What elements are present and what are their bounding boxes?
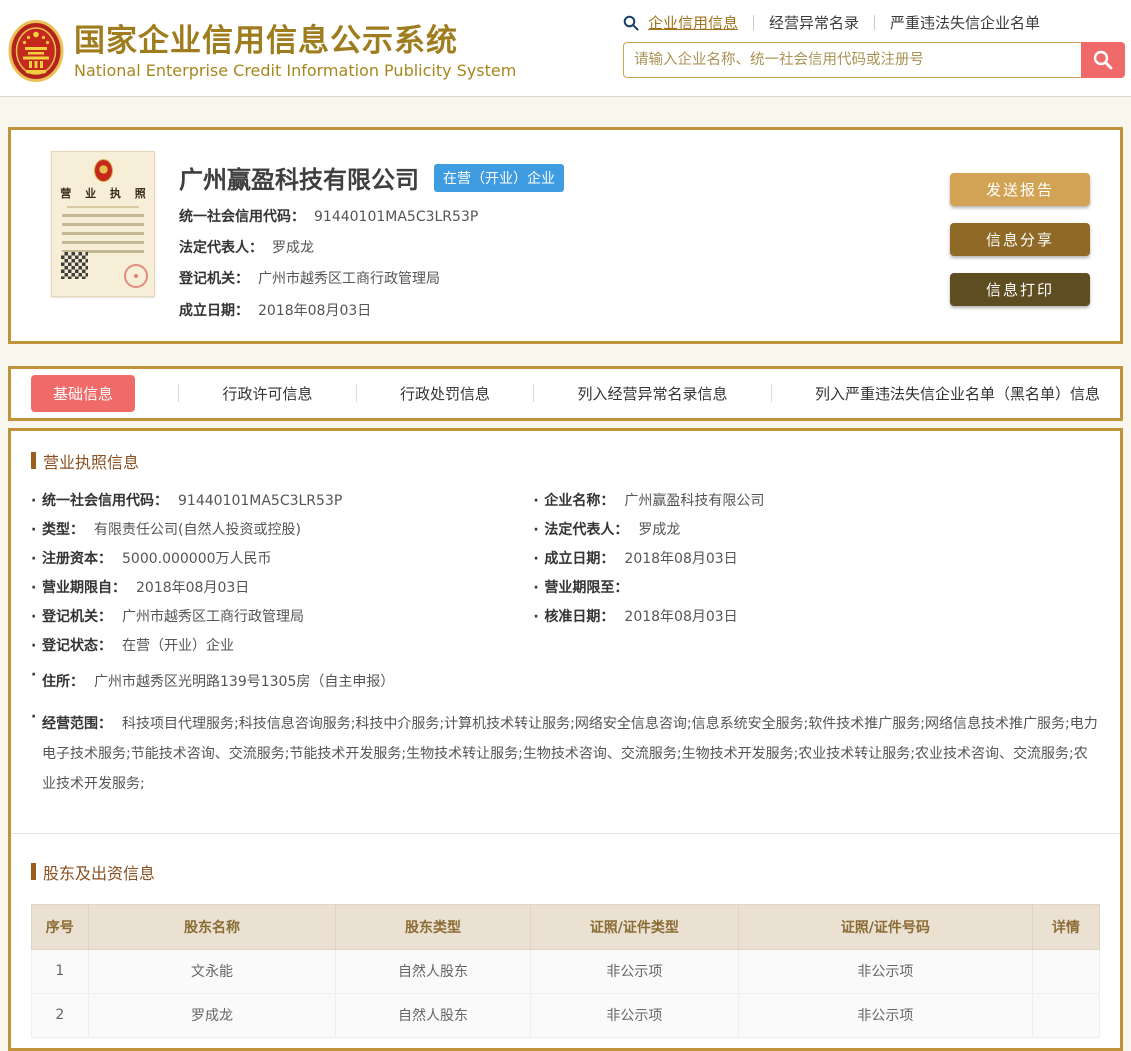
search-button[interactable]: [1081, 42, 1125, 78]
col-header-cert-type: 证照/证件类型: [529, 903, 739, 950]
col-header-shareholder-type: 股东类型: [335, 903, 531, 950]
section-divider: [11, 832, 1120, 834]
search-input[interactable]: [623, 42, 1081, 78]
table-row: 2 罗成龙 自然人股东 非公示项 非公示项: [31, 992, 1101, 1038]
print-info-button[interactable]: 信息打印: [950, 273, 1090, 306]
field-registration-authority: 登记机关：广州市越秀区工商行政管理局: [31, 609, 533, 626]
license-title: 营 业 执 照: [60, 187, 151, 200]
site-title: 国家企业信用信息公示系统: [74, 23, 458, 60]
company-name: 广州赢盈科技有限公司: [179, 166, 419, 194]
tab-divider: [355, 384, 357, 403]
company-field-establishment-date: 成立日期： 2018年08月03日: [179, 302, 372, 319]
site-header: 国家企业信用信息公示系统 National Enterprise Credit …: [0, 0, 1131, 97]
detail-card: 营业执照信息 统一社会信用代码：91440101MA5C3LR53P 类型：有限…: [8, 427, 1123, 1051]
field-company-name: 企业名称：广州赢盈科技有限公司: [533, 493, 1100, 510]
company-summary-card: 营 业 执 照 广州赢盈科技有限公司 在营（开业）企业 统一社会信用代码： 914…: [8, 127, 1123, 344]
license-red-seal-icon: [124, 264, 148, 288]
nav-link-abnormal-directory[interactable]: 经营异常名录: [769, 12, 859, 33]
tab-basic-info[interactable]: 基础信息: [31, 374, 136, 412]
col-header-shareholder-name: 股东名称: [87, 903, 337, 950]
status-badge: 在营（开业）企业: [434, 163, 564, 192]
field-credit-code: 统一社会信用代码：91440101MA5C3LR53P: [31, 493, 533, 510]
section-title-business-license: 营业执照信息: [31, 449, 1100, 473]
table-row: 1 文永能 自然人股东 非公示项 非公示项: [31, 948, 1101, 994]
field-legal-rep: 法定代表人：罗成龙: [533, 522, 1100, 539]
tab-serious-violation-blacklist[interactable]: 列入严重违法失信企业名单（黑名单）信息: [815, 383, 1100, 404]
search-bar: [623, 42, 1125, 78]
license-subline: [67, 206, 139, 208]
site-logo: 国家企业信用信息公示系统 National Enterprise Credit …: [8, 6, 516, 96]
tabs-bar: 基础信息 行政许可信息 行政处罚信息 列入经营异常名录信息 列入严重违法失信企业…: [8, 365, 1123, 421]
national-emblem-icon: [8, 20, 64, 82]
field-company-type: 类型：有限责任公司(自然人投资或控股): [31, 522, 533, 539]
col-header-seq: 序号: [31, 903, 89, 950]
site-subtitle: National Enterprise Credit Information P…: [74, 60, 517, 80]
send-report-button[interactable]: 发送报告: [950, 173, 1090, 206]
company-field-registration-authority: 登记机关： 广州市越秀区工商行政管理局: [179, 271, 440, 288]
field-approval-date: 核准日期：2018年08月03日: [533, 609, 1100, 626]
shareholders-table: 序号 股东名称 股东类型 证照/证件类型 证照/证件号码 详情 1 文永能 自然…: [31, 903, 1101, 1038]
field-address: 住所：广州市越秀区光明路139号1305房（自主申报）: [31, 667, 1100, 697]
tab-divider: [178, 384, 180, 403]
field-business-scope: 经营范围：科技项目代理服务;科技信息咨询服务;科技中介服务;计算机技术转让服务;…: [31, 709, 1100, 799]
tab-administrative-penalty[interactable]: 行政处罚信息: [400, 383, 490, 404]
nav-link-enterprise-credit[interactable]: 企业信用信息: [648, 12, 738, 33]
tab-divider: [770, 384, 772, 403]
search-icon: [623, 15, 639, 31]
license-qr-code: [61, 252, 88, 279]
license-emblem-icon: [93, 159, 113, 182]
section-title-shareholders: 股东及出资信息: [31, 860, 1100, 884]
field-registered-capital: 注册资本：5000.000000万人民币: [31, 551, 533, 568]
field-registration-status: 登记状态：在营（开业）企业: [31, 638, 533, 655]
tab-abnormal-operation-list[interactable]: 列入经营异常名录信息: [577, 383, 727, 404]
col-header-cert-number: 证照/证件号码: [737, 903, 1033, 950]
field-term-to: 营业期限至：: [533, 580, 1100, 597]
company-field-legal-rep: 法定代表人： 罗成龙: [179, 240, 314, 257]
business-license-thumbnail: 营 业 执 照: [51, 151, 155, 297]
nav-link-blacklist[interactable]: 严重违法失信企业名单: [890, 12, 1040, 33]
search-button-icon: [1093, 50, 1113, 70]
share-info-button[interactable]: 信息分享: [950, 223, 1090, 256]
field-term-from: 营业期限自：2018年08月03日: [31, 580, 533, 597]
tab-divider: [533, 384, 535, 403]
nav-divider: [874, 15, 876, 30]
nav-divider: [753, 15, 755, 30]
table-header-row: 序号 股东名称 股东类型 证照/证件类型 证照/证件号码 详情: [31, 903, 1101, 950]
col-header-detail: 详情: [1031, 903, 1101, 950]
company-field-credit-code: 统一社会信用代码： 91440101MA5C3LR53P: [179, 209, 479, 225]
tab-administrative-license[interactable]: 行政许可信息: [222, 383, 312, 404]
header-nav: 企业信用信息 经营异常名录 严重违法失信企业名单: [623, 12, 1125, 33]
field-establishment-date: 成立日期：2018年08月03日: [533, 551, 1100, 568]
